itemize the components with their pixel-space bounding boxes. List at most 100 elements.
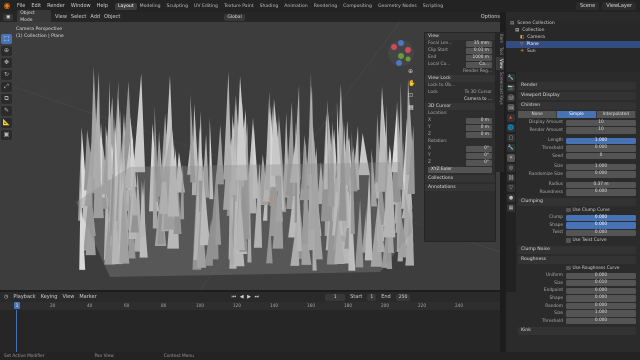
scene-selector[interactable]: Scene (575, 2, 600, 10)
clip-end-field[interactable]: 1000 m (466, 54, 492, 61)
outliner-item-sun[interactable]: ☀ Sun (506, 48, 640, 55)
constraint-props-icon[interactable]: ⛓ (507, 174, 515, 182)
outliner-item-plane[interactable]: ▽ Plane (506, 41, 640, 48)
uniform-slider[interactable]: 0.000 (566, 272, 636, 279)
menu-file[interactable]: File (14, 3, 28, 9)
roundness-slider[interactable]: 0.000 (566, 189, 636, 196)
camera-to-view-checkbox[interactable]: Camera to ... (464, 97, 492, 102)
timeline-view-menu[interactable]: View (62, 294, 74, 300)
physics-props-icon[interactable]: ◎ (507, 164, 515, 172)
tab-compositing[interactable]: Compositing (340, 3, 375, 10)
playhead[interactable]: 1 (14, 302, 20, 309)
editor-type-icon[interactable]: ▣ (3, 13, 14, 21)
clock-icon[interactable]: ◷ (4, 294, 8, 300)
tool-props-icon[interactable]: 🔧 (507, 74, 515, 82)
current-frame-field[interactable]: 1 (325, 293, 346, 301)
clump-noise-section-header[interactable]: Clump Noise (518, 246, 636, 255)
options-menu[interactable]: Options (481, 14, 500, 20)
blender-logo-icon[interactable]: ◉ (2, 1, 12, 11)
randomize-size-slider[interactable]: 0.000 (566, 171, 636, 178)
tab-modeling[interactable]: Modeling (137, 3, 164, 10)
marker-menu[interactable]: Marker (79, 294, 96, 300)
add-menu[interactable]: Add (90, 14, 100, 20)
render-section-header[interactable]: Render (518, 82, 636, 90)
world-props-icon[interactable]: 🌐 (507, 124, 515, 132)
size-field[interactable]: 1.000 (566, 163, 636, 170)
twist-slider[interactable]: 0.000 (566, 229, 636, 237)
tab-uv-editing[interactable]: UV Editing (191, 3, 221, 10)
material-props-icon[interactable]: ● (507, 194, 515, 202)
render-amount-field[interactable]: 10 (566, 127, 636, 134)
start-frame-field[interactable]: 1 (367, 293, 377, 301)
clip-start-field[interactable]: 0.01 m (466, 47, 492, 54)
viewport-display-section-header[interactable]: Viewport Display (518, 92, 636, 100)
pan-hand-icon[interactable]: ✋ (408, 80, 415, 87)
rot-x-field[interactable]: 0° (466, 145, 492, 152)
view-lock-section-header[interactable]: View Lock (425, 75, 495, 82)
data-props-icon[interactable]: ▽ (507, 184, 515, 192)
random-slider[interactable]: 0.000 (566, 302, 636, 310)
add-cube-tool-icon[interactable]: ▣ (1, 130, 12, 140)
tab-scripting[interactable]: Scripting (420, 3, 446, 10)
select-box-tool-icon[interactable]: ⬚ (1, 34, 12, 44)
use-twist-curve-checkbox[interactable]: Use Twist Curve (518, 237, 636, 245)
scale-tool-icon[interactable]: ⤢ (1, 82, 12, 92)
menu-window[interactable]: Window (68, 3, 94, 9)
view-layer-props-icon[interactable]: 🖼 (507, 104, 515, 112)
loc-x-field[interactable]: 0 m (466, 117, 492, 124)
keying-menu[interactable]: Keying (41, 294, 58, 300)
rotation-mode-dropdown[interactable]: XYZ Euler (428, 166, 492, 173)
children-interpolated-button[interactable]: Interpolated (596, 111, 636, 118)
tab-rendering[interactable]: Rendering (311, 3, 340, 10)
random-size-field[interactable]: 1.000 (566, 310, 636, 317)
timeline-ruler[interactable]: 1 20 40 60 80 100 120 140 160 180 200 22… (0, 302, 500, 310)
radius-field[interactable]: 0.37 m (566, 181, 636, 189)
select-menu[interactable]: Select (71, 14, 86, 20)
view-section-header[interactable]: View (425, 33, 495, 40)
particle-props-icon[interactable]: ✶ (507, 154, 515, 162)
children-none-button[interactable]: None (518, 111, 558, 118)
kink-section-header[interactable]: Kink (518, 327, 636, 336)
shape-slider[interactable]: 0.000 (566, 222, 636, 229)
use-roughness-curve-checkbox[interactable]: Use Roughness Curve (518, 264, 636, 272)
cursor-tool-icon[interactable]: ⊕ (1, 46, 12, 56)
local-camera-field[interactable]: Ca... (466, 61, 492, 68)
tab-animation[interactable]: Animation (281, 3, 310, 10)
rot-z-field[interactable]: 0° (466, 159, 492, 166)
texture-props-icon[interactable]: ▦ (507, 204, 515, 212)
outliner-item-collection[interactable]: ▤ Collection (506, 27, 640, 34)
view-menu[interactable]: View (55, 14, 67, 20)
outliner-item-camera[interactable]: ◧ Camera (506, 34, 640, 41)
camera-view-icon[interactable]: ⊡ (408, 92, 415, 99)
tab-texture-paint[interactable]: Texture Paint (221, 3, 257, 10)
clump-slider[interactable]: 0.000 (566, 214, 636, 221)
playback-menu[interactable]: Playback (13, 294, 35, 300)
focal-length-field[interactable]: 35 mm (466, 40, 492, 47)
tab-view[interactable]: View (496, 56, 504, 71)
roughness-size-field[interactable]: 0.010 (566, 280, 636, 287)
grid-view-icon[interactable]: ▦ (408, 104, 415, 111)
menu-help[interactable]: Help (94, 3, 111, 9)
tab-item[interactable]: Item (496, 32, 504, 45)
collections-section-header[interactable]: Collections (425, 175, 495, 182)
object-props-icon[interactable]: ▢ (507, 134, 515, 142)
children-section-header[interactable]: Children (518, 102, 636, 110)
to-3d-cursor-checkbox[interactable]: To 3D Cursor (465, 90, 492, 95)
modifier-props-icon[interactable]: 🔧 (507, 144, 515, 152)
rot-y-field[interactable]: 0° (466, 152, 492, 159)
threshold-slider[interactable]: 0.000 (566, 145, 636, 152)
scene-props-icon[interactable]: 🔺 (507, 114, 515, 122)
display-amount-field[interactable]: 10 (566, 119, 636, 126)
object-menu[interactable]: Object (104, 14, 120, 20)
loc-y-field[interactable]: 0 m (466, 124, 492, 131)
tab-sculpting[interactable]: Sculpting (164, 3, 191, 10)
end-frame-field[interactable]: 250 (395, 293, 411, 301)
output-props-icon[interactable]: 🖨 (507, 94, 515, 102)
annotate-tool-icon[interactable]: ✎ (1, 106, 12, 116)
clumping-section-header[interactable]: Clumping (518, 198, 636, 207)
endpoint-slider[interactable]: 0.000 (566, 287, 636, 295)
seed-field[interactable]: 0 (566, 152, 636, 160)
use-clump-curve-checkbox[interactable]: Use Clump Curve (518, 206, 636, 214)
roughness-shape-slider[interactable]: 0.000 (566, 295, 636, 302)
playback-controls[interactable]: ⏮ ◀ ▶ ⏭ (232, 294, 260, 300)
